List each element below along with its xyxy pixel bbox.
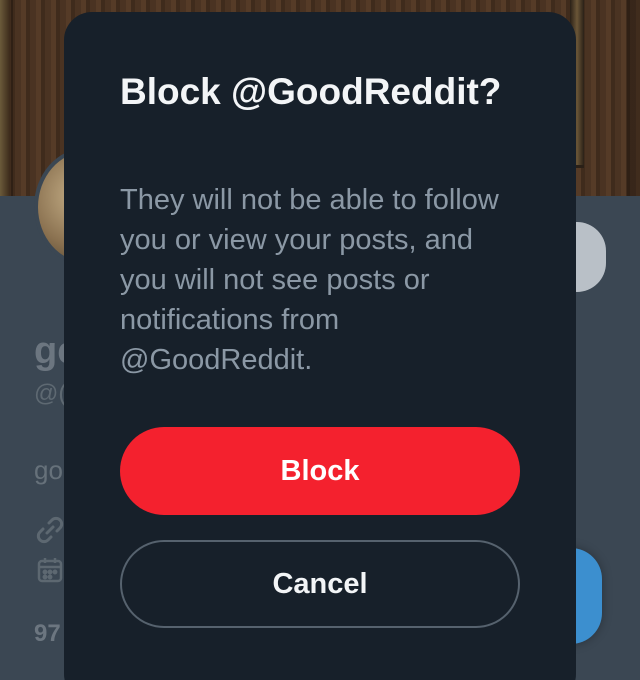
screen: gc @( go 97 Block @GoodReddit? They will…	[0, 0, 640, 680]
block-dialog: Block @GoodReddit? They will not be able…	[64, 12, 576, 680]
cancel-button[interactable]: Cancel	[120, 540, 520, 628]
link-icon	[36, 516, 64, 544]
profile-count: 97	[34, 620, 61, 647]
dialog-title: Block @GoodReddit?	[120, 71, 502, 112]
block-button[interactable]: Block	[120, 427, 520, 515]
dialog-message: They will not be able to follow you or v…	[120, 184, 499, 376]
calendar-icon	[36, 556, 64, 584]
banner-decoration	[0, 0, 10, 196]
profile-bio: go	[34, 455, 63, 485]
profile-handle: @(	[34, 380, 67, 407]
